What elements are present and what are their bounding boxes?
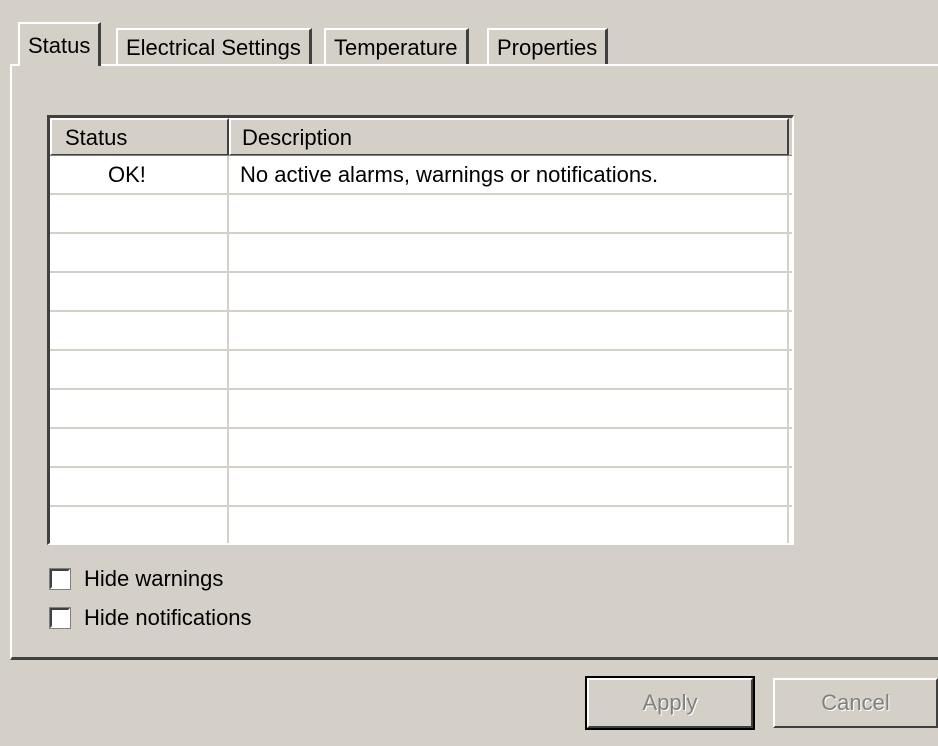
cell-description: [229, 312, 789, 349]
cell-status: [50, 507, 229, 543]
tab-electrical-settings[interactable]: Electrical Settings: [116, 28, 312, 66]
cell-description: [229, 507, 789, 543]
cell-status: [50, 312, 229, 349]
table-row[interactable]: [50, 312, 792, 351]
column-header-status[interactable]: Status: [50, 118, 229, 155]
cell-description: [229, 234, 789, 271]
cell-description: [229, 468, 789, 505]
table-row[interactable]: [50, 429, 792, 468]
cell-status: OK!: [50, 156, 229, 193]
table-row[interactable]: [50, 390, 792, 429]
tab-electrical-settings-label: Electrical Settings: [126, 35, 301, 60]
cell-status: [50, 351, 229, 388]
hide-notifications-checkbox-box[interactable]: [49, 607, 71, 629]
cancel-button-label: Cancel: [821, 690, 890, 715]
column-header-description[interactable]: Description: [229, 118, 789, 155]
apply-button-label: Apply: [642, 690, 698, 715]
cancel-button[interactable]: Cancel: [773, 678, 938, 728]
apply-button[interactable]: Apply: [585, 676, 755, 730]
tab-properties-label: Properties: [497, 35, 598, 60]
table-row[interactable]: [50, 273, 792, 312]
hide-warnings-label: Hide warnings: [84, 566, 224, 591]
hide-warnings-checkbox[interactable]: Hide warnings: [49, 566, 224, 592]
cell-status: [50, 429, 229, 466]
table-body: OK! No active alarms, warnings or notific…: [50, 156, 792, 543]
table-header: Status Description: [50, 118, 792, 156]
tab-status[interactable]: Status: [18, 22, 102, 66]
hide-warnings-checkbox-box[interactable]: [49, 568, 71, 590]
table-row[interactable]: [50, 351, 792, 390]
cell-status: [50, 234, 229, 271]
cell-description: [229, 273, 789, 310]
table-row[interactable]: [50, 468, 792, 507]
column-header-status-label: Status: [65, 125, 128, 150]
cell-status: [50, 390, 229, 427]
cell-description: [229, 351, 789, 388]
tab-properties[interactable]: Properties: [487, 28, 609, 66]
hide-notifications-label: Hide notifications: [84, 605, 252, 630]
tab-temperature[interactable]: Temperature: [324, 28, 469, 66]
cell-status: [50, 468, 229, 505]
status-table[interactable]: Status Description OK! No active alarms, …: [47, 115, 794, 545]
hide-notifications-checkbox[interactable]: Hide notifications: [49, 605, 252, 631]
cell-status: [50, 273, 229, 310]
table-row[interactable]: [50, 195, 792, 234]
cell-status: [50, 195, 229, 232]
table-row[interactable]: [50, 234, 792, 273]
column-header-description-label: Description: [242, 125, 353, 150]
table-row[interactable]: OK! No active alarms, warnings or notific…: [50, 156, 792, 195]
cell-description: No active alarms, warnings or notificati…: [229, 156, 789, 193]
cell-description: [229, 195, 789, 232]
tab-status-label: Status: [28, 33, 91, 58]
cell-description: [229, 390, 789, 427]
table-row[interactable]: [50, 507, 792, 543]
tab-temperature-label: Temperature: [334, 35, 458, 60]
cell-description: [229, 429, 789, 466]
